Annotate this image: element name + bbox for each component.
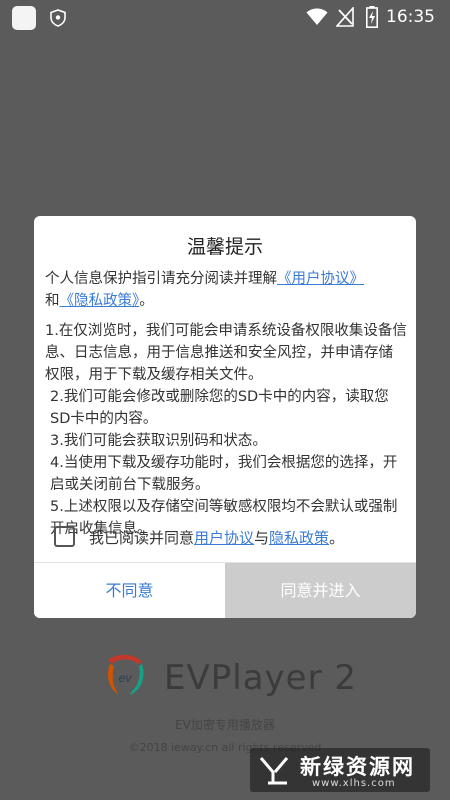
- agree-end: 。: [329, 529, 345, 547]
- privacy-dialog: 温馨提示 个人信息保护指引请充分阅读并理解《用户协议》 和《隐私政策》。 1.在…: [34, 216, 416, 618]
- watermark-url: www.xlhs.com: [312, 778, 396, 789]
- user-agreement-link[interactable]: 《用户协议》: [277, 271, 364, 287]
- watermark-title: 新绿资源网: [300, 755, 415, 779]
- dialog-body: 个人信息保护指引请充分阅读并理解《用户协议》 和《隐私政策》。 1.在仅浏览时，…: [45, 268, 407, 540]
- status-bar: 16:35: [0, 0, 450, 36]
- agree-user-agreement-link[interactable]: 用户协议: [194, 529, 254, 547]
- clock: 16:35: [386, 7, 435, 27]
- battery-charging-icon: [366, 6, 378, 28]
- dialog-intro: 个人信息保护指引请充分阅读并理解《用户协议》 和《隐私政策》。: [45, 268, 407, 312]
- watermark: 新绿资源网 www.xlhs.com: [250, 748, 430, 792]
- intro-and: 和: [45, 293, 60, 309]
- agree-and: 与: [254, 529, 270, 547]
- privacy-policy-link[interactable]: 《隐私政策》: [60, 293, 140, 309]
- app-name: EVPlayer 2: [164, 658, 357, 698]
- permission-item-1: 1.在仅浏览时，我们可能会申请系统设备权限收集设备信息、日志信息，用于信息推送和…: [45, 323, 407, 383]
- shield-icon: [50, 9, 66, 27]
- no-signal-icon: [336, 7, 354, 27]
- permission-item-4: 4.当使用下载及缓存功能时，我们会根据您的选择，开启或关闭前台下载服务。: [50, 455, 398, 493]
- svg-text:ev: ev: [119, 671, 133, 685]
- intro-end: 。: [139, 293, 154, 309]
- app-icon: [12, 6, 36, 30]
- permission-item-2: 2.我们可能会修改或删除您的SD卡中的内容，读取您SD卡中的内容。: [50, 389, 389, 427]
- wifi-icon: [306, 8, 328, 25]
- agree-checkbox[interactable]: [54, 526, 75, 547]
- accept-button[interactable]: 同意并进入: [225, 563, 416, 618]
- agree-prefix: 我已阅读并同意: [89, 529, 195, 547]
- decline-button[interactable]: 不同意: [34, 563, 225, 618]
- permission-item-3: 3.我们可能会获取识别码和状态。: [50, 433, 267, 449]
- intro-text: 个人信息保护指引请充分阅读并理解: [45, 271, 277, 287]
- dialog-buttons: 不同意 同意并进入: [34, 562, 416, 618]
- ev-logo-icon: ev: [108, 654, 144, 695]
- agreement-text: 我已阅读并同意用户协议与隐私政策。: [89, 527, 344, 548]
- dialog-title: 温馨提示: [186, 236, 263, 258]
- splash-branding: ev EVPlayer 2 EV加密专用播放器 ©2018 ieway.cn a…: [0, 640, 450, 760]
- agree-privacy-policy-link[interactable]: 隐私政策: [269, 529, 329, 547]
- watermark-logo-icon: [259, 757, 289, 785]
- agreement-row[interactable]: 我已阅读并同意用户协议与隐私政策。: [54, 524, 404, 552]
- app-tagline: EV加密专用播放器: [175, 718, 275, 732]
